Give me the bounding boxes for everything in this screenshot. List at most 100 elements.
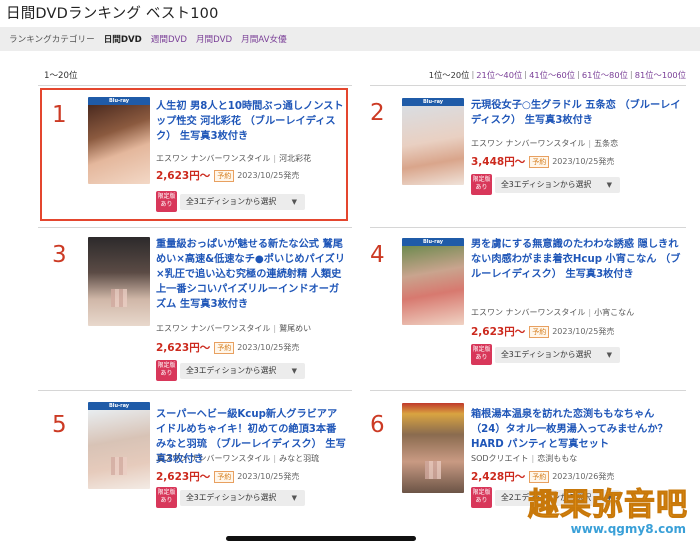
edition-select-label: 全3エディションから選択 <box>186 366 277 375</box>
edition-select[interactable]: 全3エディションから選択 ▼ <box>180 362 305 379</box>
edition-select[interactable]: 全3エディションから選択 ▼ <box>495 176 620 193</box>
mosaic-overlay <box>111 289 127 307</box>
maker-actress: エスワン ナンバーワンスタイル | 五条恋 <box>471 139 619 148</box>
tab-weekly-dvd[interactable]: 週間DVD <box>151 33 187 45</box>
limited-edition-badge: 限定版 あり <box>156 191 177 212</box>
rank-number: 1 <box>52 102 67 128</box>
actress-link[interactable]: 五条恋 <box>594 139 618 148</box>
actress-link[interactable]: みなと羽琉 <box>279 454 319 463</box>
divider <box>38 85 352 86</box>
actress-link[interactable]: 河北彩花 <box>279 154 311 163</box>
jacket-image <box>88 105 150 184</box>
divider <box>370 85 686 86</box>
edition-row: 限定版 あり 全3エディションから選択 ▼ <box>471 344 620 365</box>
maker-actress: エスワン ナンバーワンスタイル | 河北彩花 <box>156 154 312 163</box>
actress-link[interactable]: 恋渕ももな <box>537 454 577 463</box>
page-title: 日間DVDランキング ベスト100 <box>6 6 219 22</box>
mosaic-overlay <box>425 461 441 479</box>
ranking-item[interactable]: 3 重量級おっぱいが魅せる新たな公式 鷲尾めい×高速&低速なチ●ポいじめパイズリ… <box>40 232 350 382</box>
preorder-badge: 予約 <box>214 341 235 354</box>
pager-separator: | <box>629 69 633 79</box>
pagination: 1位〜20位 | 21位〜40位 | 41位〜60位 | 61位〜80位 | 8… <box>429 69 686 81</box>
edition-select[interactable]: 全3エディションから選択 ▼ <box>180 193 305 210</box>
edition-select[interactable]: 全3エディションから選択 ▼ <box>180 489 305 506</box>
limited-edition-badge: 限定版 あり <box>471 344 492 365</box>
limited-edition-badge: 限定版 あり <box>156 487 177 508</box>
divider <box>370 227 686 228</box>
ranking-item[interactable]: 4 Blu-ray 男を虜にする無意識のたわわな誘惑 隠しきれない肉感わがまま着… <box>360 232 690 382</box>
range-text: 1〜20位 <box>44 71 78 81</box>
divider <box>370 390 686 391</box>
bluray-logo: Blu-ray <box>108 98 130 104</box>
jacket-image <box>402 246 464 325</box>
watermark-url: www.qgmy8.com <box>570 522 686 536</box>
price: 3,448円〜 <box>471 156 526 168</box>
release-date: 2023/10/25発売 <box>237 472 300 481</box>
chevron-down-icon: ▼ <box>291 197 297 206</box>
product-jacket[interactable]: Blu-ray <box>402 98 464 185</box>
rank-number: 2 <box>370 100 385 126</box>
pager-link-21-40[interactable]: 21位〜40位 <box>476 69 522 81</box>
product-title-link[interactable]: 箱根湯本温泉を訪れた恋渕ももなちゃん（24）タオル一枚男湯入ってみませんか？HA… <box>471 407 681 452</box>
maker-actress: エスワン ナンバーワンスタイル | 鷲尾めい <box>156 324 312 333</box>
product-jacket[interactable] <box>402 403 464 493</box>
actress-link[interactable]: 小宵こなん <box>594 308 634 317</box>
edition-row: 限定版 あり 全3エディションから選択 ▼ <box>156 487 305 508</box>
pager-separator: | <box>471 69 475 79</box>
maker-actress: エスワン ナンバーワンスタイル | 小宵こなん <box>471 308 635 317</box>
release-date: 2023/10/25発売 <box>552 157 615 166</box>
product-title-link[interactable]: 男を虜にする無意識のたわわな誘惑 隠しきれない肉感わがまま着衣Hcup 小宵こな… <box>471 237 681 282</box>
maker-link[interactable]: エスワン ナンバーワンスタイル <box>156 324 270 333</box>
product-jacket[interactable]: Blu-ray <box>402 238 464 325</box>
actress-link[interactable]: 鷲尾めい <box>279 324 311 333</box>
product-jacket[interactable]: Blu-ray <box>88 97 150 184</box>
preorder-badge: 予約 <box>214 470 235 483</box>
edition-select-label: 全3エディションから選択 <box>186 197 277 206</box>
category-label: ランキングカテゴリー <box>9 35 95 45</box>
edition-row: 限定版 あり 全3エディションから選択 ▼ <box>156 191 305 212</box>
jacket-image <box>402 403 464 493</box>
edition-select-label: 全3エディションから選択 <box>186 493 277 502</box>
price-row: 2,623円〜 予約 2023/10/25発売 <box>156 340 299 355</box>
ranking-item[interactable]: 2 Blu-ray 元現役女子○生グラドル 五条恋 （ブルーレイディスク） 生写… <box>360 88 690 221</box>
maker-link[interactable]: エスワン ナンバーワンスタイル <box>471 139 585 148</box>
tab-monthly-actress[interactable]: 月間AV女優 <box>241 33 287 45</box>
product-jacket[interactable]: Blu-ray <box>88 402 150 489</box>
jacket-image <box>402 106 464 185</box>
rank-number: 3 <box>52 242 67 268</box>
maker-link[interactable]: エスワン ナンバーワンスタイル <box>156 154 270 163</box>
tab-daily-dvd[interactable]: 日間DVD <box>104 33 142 45</box>
maker-actress: エスワン ナンバーワンスタイル | みなと羽琉 <box>156 454 320 463</box>
watermark-main: 趣果弥音吧 <box>528 487 688 524</box>
product-title-link[interactable]: 重量級おっぱいが魅せる新たな公式 鷲尾めい×高速&低速なチ●ポいじめパイズリ×乳… <box>156 237 346 312</box>
divider <box>38 227 352 228</box>
pager-link-81-100[interactable]: 81位〜100位 <box>635 69 686 81</box>
pager-current: 1位〜20位 <box>428 70 470 80</box>
ranking-item[interactable]: 1 Blu-ray 人生初 男8人と10時間ぶっ通しノンストップ性交 河北彩花 … <box>40 88 348 221</box>
maker-link[interactable]: エスワン ナンバーワンスタイル <box>156 454 270 463</box>
price: 2,623円〜 <box>471 326 526 338</box>
product-title-link[interactable]: 人生初 男8人と10時間ぶっ通しノンストップ性交 河北彩花 （ブルーレイディスク… <box>156 99 344 144</box>
edition-select-label: 全3エディションから選択 <box>501 180 592 189</box>
bluray-logo: Blu-ray <box>422 99 444 105</box>
tab-monthly-dvd[interactable]: 月間DVD <box>196 33 232 45</box>
edition-select[interactable]: 全3エディションから選択 ▼ <box>495 346 620 363</box>
maker-link[interactable]: エスワン ナンバーワンスタイル <box>471 308 585 317</box>
product-jacket[interactable] <box>88 237 150 326</box>
preorder-badge: 予約 <box>529 325 550 338</box>
ranking-category-bar: ランキングカテゴリー 日間DVD 週間DVD 月間DVD 月間AV女優 <box>0 27 700 51</box>
ranking-item[interactable]: 5 Blu-ray スーパーヘビー級Kcup新人グラビアアイドルめちゃイキ！初め… <box>40 396 350 541</box>
rank-number: 4 <box>370 242 385 268</box>
release-date: 2023/10/25発売 <box>237 171 300 180</box>
watermark: 趣果弥音吧 www.qgmy8.com <box>488 479 688 539</box>
maker-link[interactable]: SODクリエイト <box>471 454 529 463</box>
pager-link-41-60[interactable]: 41位〜60位 <box>529 69 575 81</box>
rank-number: 6 <box>370 412 385 438</box>
edition-select-label: 全3エディションから選択 <box>501 350 592 359</box>
limited-edition-badge: 限定版 あり <box>471 174 492 195</box>
chevron-down-icon: ▼ <box>606 350 612 359</box>
product-title-link[interactable]: 元現役女子○生グラドル 五条恋 （ブルーレイディスク） 生写真3枚付き <box>471 98 681 128</box>
mosaic-overlay <box>111 457 127 475</box>
chevron-down-icon: ▼ <box>291 493 297 502</box>
pager-link-61-80[interactable]: 61位〜80位 <box>582 69 628 81</box>
